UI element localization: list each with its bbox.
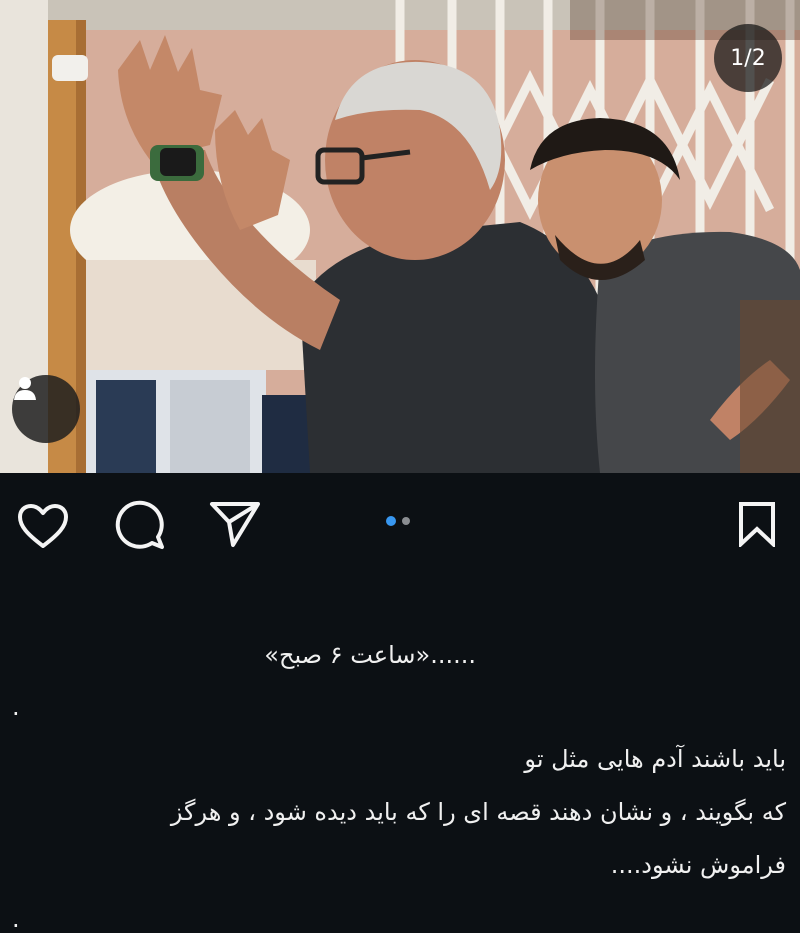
image-counter-text: 1/2 [730, 45, 766, 71]
like-button[interactable] [16, 499, 70, 553]
user-icon [14, 377, 36, 400]
send-icon [210, 502, 260, 547]
comment-button[interactable] [112, 497, 168, 553]
image-counter-badge: 1/2 [714, 24, 782, 92]
comment-icon [115, 500, 164, 549]
photo-illustration [0, 0, 800, 473]
carousel-dot [402, 517, 410, 525]
caption-separator-dot: . [12, 693, 20, 721]
carousel-indicator [386, 516, 410, 526]
save-button[interactable] [732, 499, 782, 549]
caption-line-2: که بگویند ، و نشان دهند قصه ای را که بای… [170, 798, 786, 826]
carousel-dot-active [386, 516, 396, 526]
share-button[interactable] [208, 497, 262, 551]
caption-line-3: فراموش نشود.... [610, 851, 786, 879]
caption-heading: ......«ساعت ۶ صبح» [264, 641, 476, 669]
bookmark-icon [739, 502, 775, 547]
tagged-users-button[interactable] [12, 375, 80, 443]
caption-line-1: باید باشند آدم هایی مثل تو [524, 745, 786, 773]
post-photo[interactable]: 1/2 [0, 0, 800, 473]
heart-icon [18, 504, 68, 548]
caption-edge-mark: . [12, 905, 20, 933]
